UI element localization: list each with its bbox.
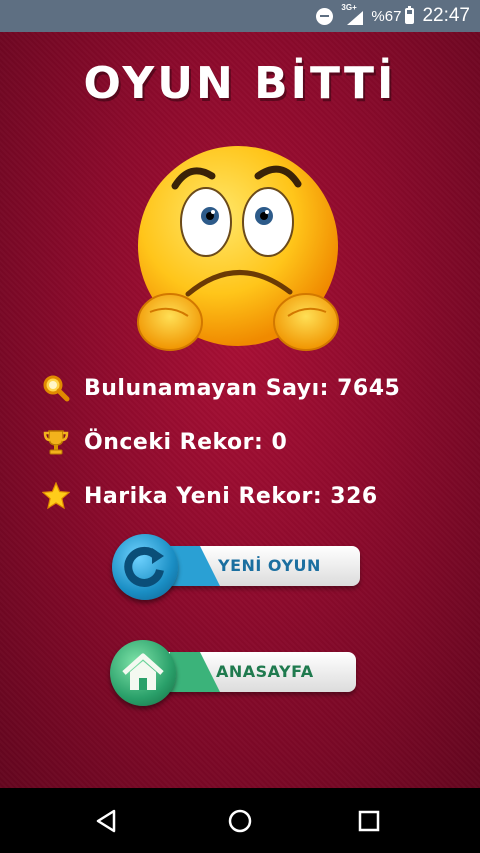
stat-unfound-number: Bulunamayan Sayı: 7645 [42, 374, 400, 402]
new-game-label: YENİ OYUN [218, 556, 321, 575]
new-game-button[interactable]: YENİ OYUN [112, 534, 362, 600]
magnifier-icon [43, 375, 70, 402]
sad-face-emoji [137, 146, 339, 351]
navigation-bar [0, 788, 480, 853]
stat-text: Önceki Rekor: 0 [84, 429, 288, 455]
home-button[interactable]: ANASAYFA [110, 640, 360, 706]
stat-previous-record: Önceki Rekor: 0 [42, 428, 287, 456]
do-not-disturb-icon [316, 7, 334, 25]
battery-icon [405, 6, 415, 24]
stat-text: Bulunamayan Sayı: 7645 [84, 375, 401, 401]
battery-percent: %67 [371, 7, 402, 25]
stat-text: Harika Yeni Rekor: 326 [84, 483, 378, 509]
home-nav-icon[interactable] [227, 808, 253, 834]
clock: 22:47 [422, 5, 470, 26]
button-tab-accent [170, 652, 220, 692]
signal-icon: 3G+ [341, 3, 364, 25]
recent-apps-icon[interactable] [356, 808, 382, 834]
stat-new-record: Harika Yeni Rekor: 326 [42, 482, 378, 510]
home-icon [110, 640, 176, 706]
back-icon[interactable] [94, 808, 120, 834]
status-bar: 3G+ %67 22:47 [0, 0, 480, 32]
refresh-icon [112, 534, 178, 600]
star-icon [42, 482, 70, 510]
page-title: OYUN BİTTİ [83, 58, 397, 109]
home-label: ANASAYFA [216, 662, 314, 681]
game-over-screen: OYUN BİTTİ Bulunamayan Sayı: 7645 Önceki… [0, 32, 480, 788]
trophy-icon [43, 430, 69, 455]
